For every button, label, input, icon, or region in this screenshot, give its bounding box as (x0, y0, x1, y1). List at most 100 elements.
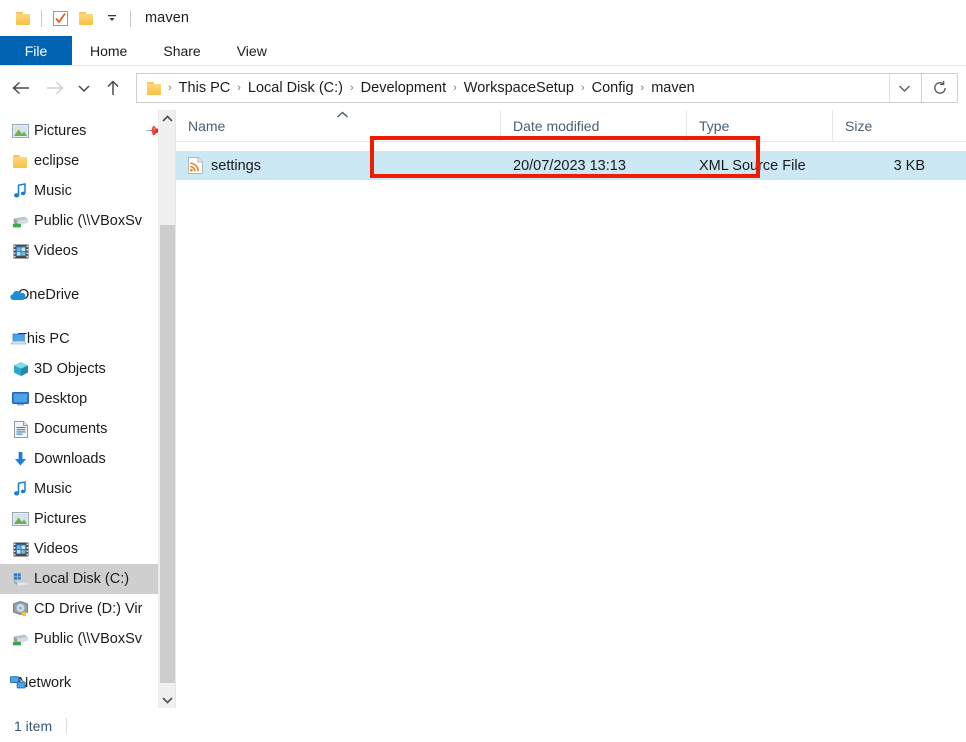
file-list-pane: Name Date modified Type Size settings 20… (175, 110, 966, 708)
breadcrumb-item-maven[interactable]: maven (646, 74, 700, 102)
sidebar-item-label: Videos (34, 541, 79, 557)
breadcrumb-separator-1[interactable]: › (235, 82, 243, 94)
scroll-up-icon[interactable] (159, 110, 175, 127)
recent-locations-icon[interactable] (72, 72, 96, 104)
breadcrumb-separator-5[interactable]: › (639, 82, 647, 94)
sidebar-item-label: Pictures (34, 511, 87, 527)
local-disk-icon (12, 571, 29, 588)
network-icon (10, 675, 27, 692)
new-folder-icon[interactable] (73, 5, 99, 31)
sidebar-item-videos-quick[interactable]: Videos (0, 236, 175, 266)
breadcrumb-separator-4[interactable]: › (579, 82, 587, 94)
folder-icon (12, 153, 29, 170)
scroll-down-icon[interactable] (159, 691, 175, 708)
sidebar-item-this-pc[interactable]: This PC (0, 324, 175, 354)
breadcrumb-folder-icon (147, 81, 162, 95)
sidebar-item-desktop[interactable]: Desktop (0, 384, 175, 414)
sidebar-item-label: eclipse (34, 153, 80, 169)
videos-icon (12, 243, 29, 260)
breadcrumb-item-development[interactable]: Development (356, 74, 451, 102)
breadcrumb-item-local-disk[interactable]: Local Disk (C:) (243, 74, 348, 102)
documents-icon (12, 420, 29, 438)
network-drive-icon (12, 631, 29, 648)
sidebar-item-pictures-quick[interactable]: Pictures 📌 (0, 116, 175, 146)
breadcrumb-separator-3[interactable]: › (451, 82, 459, 94)
sidebar-item-eclipse[interactable]: eclipse (0, 146, 175, 176)
music-icon (12, 481, 29, 498)
sidebar-item-network[interactable]: Network (0, 668, 175, 698)
toolbar-divider-2 (130, 9, 131, 27)
sidebar-item-label: Public (\\VBoxSv (34, 213, 142, 229)
xml-file-icon (188, 157, 203, 174)
title-bar: maven (0, 0, 966, 36)
sidebar-item-label: Music (34, 481, 72, 497)
tab-home[interactable]: Home (72, 36, 145, 65)
sidebar-item-onedrive[interactable]: OneDrive (0, 280, 175, 310)
sidebar-item-downloads[interactable]: Downloads (0, 444, 175, 474)
sidebar-item-local-disk-c[interactable]: Local Disk (C:) (0, 564, 175, 594)
sidebar-item-cd-drive-d[interactable]: CD Drive (D:) Vir (0, 594, 175, 624)
file-name-label: settings (211, 157, 261, 174)
sidebar-item-public-vbox[interactable]: Public (\\VBoxSv (0, 624, 175, 654)
scrollbar-thumb[interactable] (160, 225, 175, 683)
breadcrumb-item-config[interactable]: Config (587, 74, 639, 102)
column-header-type[interactable]: Type (687, 110, 833, 142)
sidebar-scrollbar[interactable] (158, 110, 175, 708)
sidebar-item-label: Desktop (34, 391, 88, 407)
network-drive-icon (12, 213, 29, 230)
file-type-cell: XML Source File (699, 157, 806, 174)
folder-icon[interactable] (10, 5, 36, 31)
desktop-icon (12, 391, 29, 408)
navigation-pane: Pictures 📌 eclipse Music Public (\\VBoxS… (0, 110, 175, 708)
path-dropdown-icon[interactable] (889, 74, 919, 102)
breadcrumb-separator-0[interactable]: › (166, 82, 174, 94)
sidebar-item-pictures[interactable]: Pictures (0, 504, 175, 534)
explorer-body: Pictures 📌 eclipse Music Public (\\VBoxS… (0, 110, 966, 708)
back-button[interactable] (4, 72, 38, 104)
column-header-date-modified[interactable]: Date modified (501, 110, 687, 142)
sidebar-item-videos[interactable]: Videos (0, 534, 175, 564)
sidebar-item-label: CD Drive (D:) Vir (34, 601, 143, 617)
breadcrumb-item-workspacesetup[interactable]: WorkspaceSetup (459, 74, 579, 102)
tab-file[interactable]: File (0, 36, 72, 65)
file-list-top-gap (176, 142, 966, 151)
table-row[interactable]: settings 20/07/2023 13:13 XML Source Fil… (176, 151, 966, 180)
sidebar-item-music[interactable]: Music (0, 474, 175, 504)
breadcrumb-path-box[interactable]: › This PC › Local Disk (C:) › Developmen… (136, 73, 922, 103)
breadcrumb-item-this-pc[interactable]: This PC (174, 74, 236, 102)
downloads-icon (12, 451, 29, 468)
column-header-name[interactable]: Name (176, 110, 501, 142)
pictures-icon (12, 123, 29, 140)
status-bar: 1 item (0, 708, 966, 742)
music-icon (12, 183, 29, 200)
breadcrumb-separator-2[interactable]: › (348, 82, 356, 94)
sidebar-item-documents[interactable]: Documents (0, 414, 175, 444)
up-button[interactable] (96, 72, 130, 104)
file-size-cell: 3 KB (893, 157, 925, 174)
sidebar-item-label: Public (\\VBoxSv (34, 631, 142, 647)
sidebar-item-label: Videos (34, 243, 79, 259)
sidebar-item-3d-objects[interactable]: 3D Objects (0, 354, 175, 384)
sidebar-item-music-quick[interactable]: Music (0, 176, 175, 206)
sidebar-item-public-vbox-quick[interactable]: Public (\\VBoxSv (0, 206, 175, 236)
column-header-name-label: Name (188, 117, 226, 134)
videos-icon (12, 541, 29, 558)
tab-share[interactable]: Share (145, 36, 218, 65)
sidebar-item-label: OneDrive (18, 287, 80, 303)
quick-access-toolbar (10, 5, 136, 31)
refresh-icon[interactable] (922, 73, 958, 103)
tab-view[interactable]: View (219, 36, 285, 65)
cd-drive-icon (12, 601, 29, 618)
sidebar-item-label: Pictures (34, 123, 87, 139)
ribbon-tabs: File Home Share View (0, 36, 966, 66)
onedrive-icon (10, 287, 27, 304)
properties-icon[interactable] (47, 5, 73, 31)
sidebar-item-label: Music (34, 183, 72, 199)
customize-dropdown-icon[interactable] (99, 5, 125, 31)
pictures-icon (12, 511, 29, 528)
item-count-label: 1 item (14, 717, 53, 734)
column-header-size[interactable]: Size (833, 110, 933, 142)
file-date-cell: 20/07/2023 13:13 (513, 157, 626, 174)
